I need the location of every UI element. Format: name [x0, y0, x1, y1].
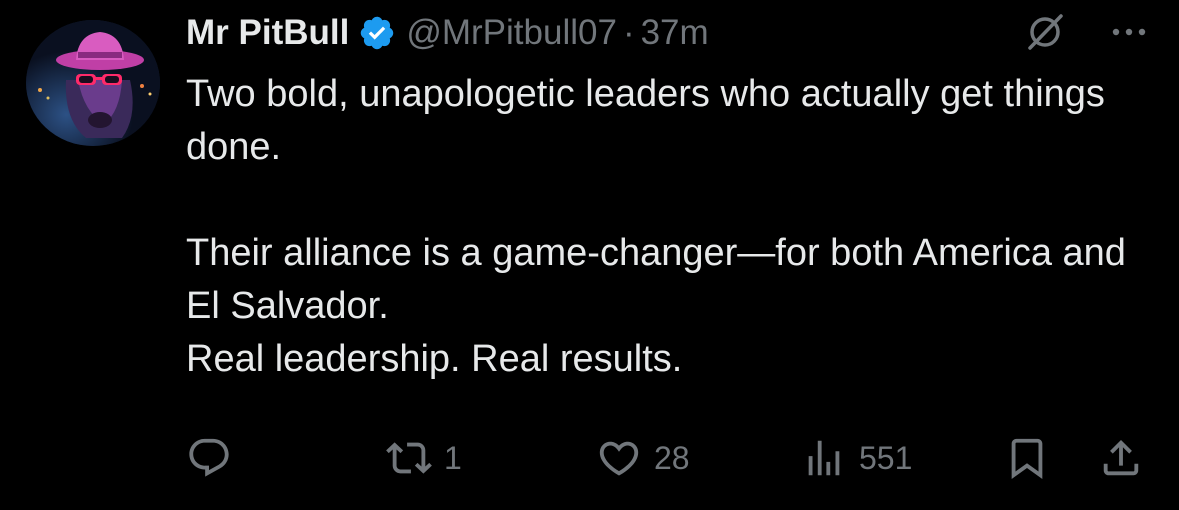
reply-icon — [189, 438, 229, 477]
bookmark-button[interactable] — [1004, 430, 1050, 486]
share-icon — [1103, 439, 1139, 476]
views-icon — [808, 440, 840, 476]
tweet-paragraph-2-line-2: Real leadership. Real results. — [186, 338, 683, 380]
more-icon[interactable] — [1107, 10, 1151, 54]
separator-dot: · — [622, 13, 635, 52]
tweet-paragraph-1: Two bold, unapologetic leaders who actua… — [186, 73, 1105, 168]
tweet-header: Mr PitBull @MrPitbull07 · 37m — [186, 8, 709, 58]
author-handle[interactable]: @MrPitbull07 — [406, 13, 617, 53]
views-button[interactable]: 551 — [801, 430, 912, 486]
like-button[interactable]: 28 — [596, 430, 690, 486]
repost-count: 1 — [444, 439, 462, 476]
views-count: 551 — [859, 439, 913, 476]
verified-badge-icon — [361, 16, 394, 50]
bookmark-icon — [1011, 438, 1043, 479]
heart-icon — [599, 441, 639, 476]
avatar-image — [26, 20, 160, 146]
display-name[interactable]: Mr PitBull — [186, 13, 349, 53]
tweet-paragraph-2-line-1: Their alliance is a game-changer—for bot… — [186, 232, 1126, 327]
share-button[interactable] — [1098, 430, 1144, 486]
header-actions — [1023, 10, 1151, 54]
reply-button[interactable] — [186, 430, 244, 486]
tweet-card[interactable]: Mr PitBull @MrPitbull07 · 37m Two bold, … — [0, 0, 1179, 510]
action-bar: 1 28 551 — [186, 430, 1151, 486]
tweet-text: Two bold, unapologetic leaders who actua… — [186, 68, 1166, 386]
like-count: 28 — [654, 439, 690, 476]
grok-icon[interactable] — [1023, 10, 1067, 54]
avatar[interactable] — [26, 20, 160, 146]
repost-icon — [386, 442, 432, 474]
timestamp[interactable]: 37m — [641, 13, 709, 53]
repost-button[interactable]: 1 — [386, 430, 462, 486]
